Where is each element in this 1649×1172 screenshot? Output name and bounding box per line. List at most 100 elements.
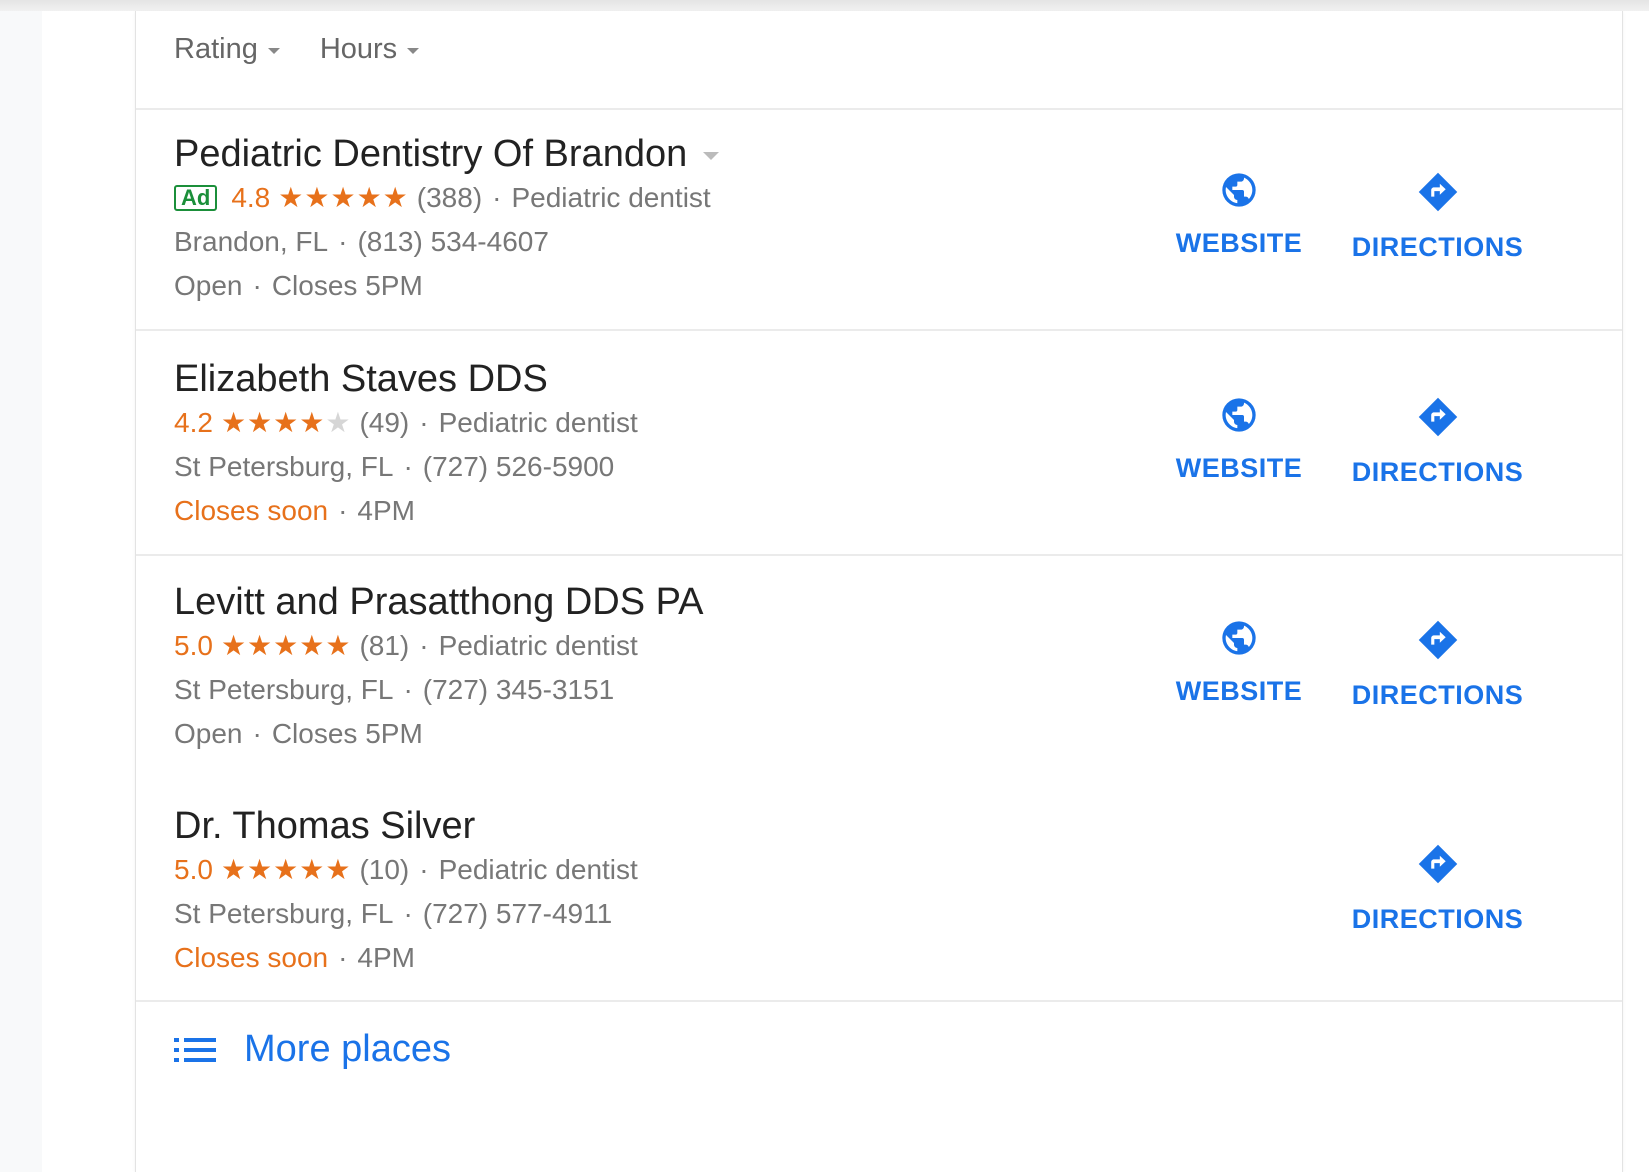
- listing-category: Pediatric dentist: [438, 630, 638, 661]
- top-bar-shadow: [0, 0, 1649, 11]
- directions-icon: [1418, 397, 1457, 437]
- listing-status: Open: [174, 718, 243, 749]
- directions-icon: [1418, 844, 1457, 884]
- website-label: WEBSITE: [1175, 453, 1303, 483]
- listing-hours: 4PM: [357, 942, 415, 973]
- listing-name[interactable]: Dr. Thomas Silver: [174, 804, 638, 848]
- listing-hours-line: Open · Closes 5PM: [174, 712, 703, 756]
- review-count[interactable]: (49): [359, 401, 409, 445]
- directions-button[interactable]: DIRECTIONS: [1350, 395, 1525, 488]
- website-label: WEBSITE: [1175, 676, 1303, 706]
- separator: ·: [419, 630, 429, 661]
- website-label: WEBSITE: [1175, 228, 1303, 258]
- separator: ·: [403, 451, 413, 482]
- listing-category: Pediatric dentist: [438, 407, 638, 438]
- listing-phone: (813) 534-4607: [357, 226, 549, 257]
- directions-button[interactable]: DIRECTIONS: [1350, 170, 1525, 263]
- ad-badge: Ad: [174, 185, 218, 211]
- listing-elizabeth-staves-dds[interactable]: Elizabeth Staves DDS 4.2 ★★★★★ (49) · Pe…: [136, 357, 1622, 557]
- listing-address-line: St Petersburg, FL · (727) 345-3151: [174, 668, 703, 712]
- website-button[interactable]: WEBSITE: [1174, 395, 1304, 484]
- listing-status: Closes soon: [174, 942, 329, 973]
- chevron-down-icon: [407, 47, 420, 54]
- listing-info: Pediatric Dentistry Of Brandon Ad 4.8 ★★…: [174, 132, 720, 308]
- star-rating-icon: ★★★★★: [221, 401, 352, 445]
- chevron-down-icon: [267, 47, 280, 54]
- listing-hours-line: Closes soon · 4PM: [174, 936, 638, 980]
- listing-name[interactable]: Pediatric Dentistry Of Brandon: [174, 132, 720, 176]
- review-count[interactable]: (388): [417, 176, 482, 220]
- divider: [136, 1000, 1622, 1002]
- separator: ·: [338, 226, 348, 257]
- listing-phone: (727) 526-5900: [422, 451, 615, 482]
- separator: ·: [403, 898, 413, 929]
- directions-button[interactable]: DIRECTIONS: [1350, 842, 1525, 935]
- review-count[interactable]: (81): [359, 624, 409, 668]
- listing-name-text: Pediatric Dentistry Of Brandon: [174, 133, 688, 175]
- listing-status: Closes soon: [174, 495, 329, 526]
- listing-rating-line: Ad 4.8 ★★★★★ (388) · Pediatric dentist: [174, 176, 719, 220]
- directions-icon: [1418, 620, 1457, 660]
- directions-label: DIRECTIONS: [1351, 232, 1524, 262]
- listing-hours: 4PM: [357, 495, 415, 526]
- directions-label: DIRECTIONS: [1351, 457, 1524, 487]
- star-rating-icon: ★★★★★: [278, 181, 409, 214]
- divider: [136, 108, 1622, 110]
- website-button[interactable]: WEBSITE: [1174, 170, 1304, 259]
- directions-button[interactable]: DIRECTIONS: [1350, 618, 1525, 711]
- globe-icon: [1222, 173, 1256, 207]
- listing-name-text: Elizabeth Staves DDS: [174, 358, 548, 400]
- listing-name[interactable]: Levitt and Prasatthong DDS PA: [174, 580, 703, 624]
- listing-location: St Petersburg, FL: [174, 674, 394, 705]
- rating-value: 5.0: [174, 630, 213, 661]
- chevron-down-icon[interactable]: [703, 152, 720, 160]
- website-button[interactable]: WEBSITE: [1174, 618, 1304, 707]
- separator: ·: [252, 718, 262, 749]
- stars-filled: ★★★★: [220, 406, 326, 439]
- filter-rating-label: Rating: [174, 33, 258, 65]
- filter-hours-label: Hours: [319, 33, 398, 65]
- globe-icon: [1222, 621, 1256, 655]
- listing-rating-line: 4.2 ★★★★★ (49) · Pediatric dentist: [174, 401, 638, 445]
- listing-info: Dr. Thomas Silver 5.0 ★★★★★ (10) · Pedia…: [174, 804, 638, 980]
- listing-name-text: Dr. Thomas Silver: [174, 805, 476, 847]
- listing-status: Open: [174, 270, 243, 301]
- listing-info: Levitt and Prasatthong DDS PA 5.0 ★★★★★ …: [174, 580, 703, 756]
- directions-label: DIRECTIONS: [1351, 680, 1524, 710]
- listing-hours: Closes 5PM: [271, 270, 423, 301]
- listing-info: Elizabeth Staves DDS 4.2 ★★★★★ (49) · Pe…: [174, 357, 638, 533]
- star-rating-icon: ★★★★★: [220, 629, 352, 662]
- listing-address-line: St Petersburg, FL · (727) 526-5900: [174, 445, 638, 489]
- listing-name[interactable]: Elizabeth Staves DDS: [174, 357, 638, 401]
- divider: [136, 554, 1622, 556]
- listing-pediatric-dentistry-of-brandon[interactable]: Pediatric Dentistry Of Brandon Ad 4.8 ★★…: [136, 132, 1622, 332]
- listing-category: Pediatric dentist: [511, 182, 711, 213]
- local-results-card: Rating Hours Pediatric Dentistry Of Bran…: [135, 11, 1623, 1172]
- listing-location: St Petersburg, FL: [174, 898, 394, 929]
- listing-location: St Petersburg, FL: [174, 451, 394, 482]
- list-icon: [174, 1037, 216, 1062]
- listing-name-text: Levitt and Prasatthong DDS PA: [174, 581, 704, 623]
- listing-category: Pediatric dentist: [438, 854, 638, 885]
- listing-location: Brandon, FL: [174, 226, 329, 257]
- listing-levitt-and-prasatthong-dds-pa[interactable]: Levitt and Prasatthong DDS PA 5.0 ★★★★★ …: [136, 580, 1622, 780]
- separator: ·: [492, 182, 502, 213]
- star-rating-icon: ★★★★★: [220, 853, 352, 886]
- more-places-link[interactable]: More places: [174, 1028, 451, 1071]
- separator: ·: [419, 407, 429, 438]
- listing-address-line: St Petersburg, FL · (727) 577-4911: [174, 892, 638, 936]
- filter-hours[interactable]: Hours: [319, 33, 420, 66]
- separator: ·: [419, 854, 429, 885]
- filter-rating[interactable]: Rating: [174, 33, 280, 66]
- rating-value: 5.0: [174, 854, 213, 885]
- listing-rating-line: 5.0 ★★★★★ (10) · Pediatric dentist: [174, 848, 638, 892]
- review-count[interactable]: (10): [359, 848, 409, 892]
- rating-value: 4.8: [231, 182, 271, 213]
- listing-address-line: Brandon, FL · (813) 534-4607: [174, 220, 719, 264]
- directions-icon: [1418, 172, 1457, 212]
- listing-phone: (727) 345-3151: [422, 674, 615, 705]
- listing-hours-line: Closes soon · 4PM: [174, 489, 638, 533]
- listing-dr-thomas-silver[interactable]: Dr. Thomas Silver 5.0 ★★★★★ (10) · Pedia…: [136, 804, 1622, 1004]
- divider: [136, 329, 1622, 331]
- directions-label: DIRECTIONS: [1351, 904, 1524, 934]
